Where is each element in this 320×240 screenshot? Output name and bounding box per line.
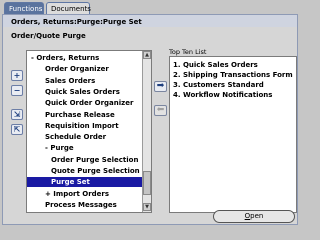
add-to-list-arrow-icon[interactable]: ➡	[154, 81, 167, 92]
collapse-all-button[interactable]: ⇱	[11, 124, 23, 135]
section-title: Order/Quote Purge	[11, 32, 86, 40]
scroll-down-icon[interactable]: ▼	[143, 203, 151, 211]
top-ten-list[interactable]: 1. Quick Sales Orders 2. Shipping Transa…	[169, 56, 297, 213]
function-tree[interactable]: - Orders, Returns Order Organizer Sales Or…	[26, 50, 152, 213]
tree-item-selected[interactable]: Purge Set	[27, 177, 143, 188]
tree-item[interactable]: Purchase Release	[27, 110, 115, 120]
tree-item[interactable]: Schedule Order	[27, 132, 106, 142]
tree-item[interactable]: + Import Orders	[27, 189, 109, 199]
tree-item[interactable]: - Purge	[27, 143, 74, 153]
tree-item[interactable]: Quote Purge Selection	[27, 166, 140, 176]
tree-item[interactable]: Process Messages	[27, 200, 117, 210]
list-item[interactable]: 3. Customers Standard	[173, 80, 264, 90]
tree-scrollbar[interactable]: ▲ ▼	[142, 51, 151, 212]
tree-item[interactable]: Quick Sales Orders	[27, 87, 120, 97]
scroll-up-icon[interactable]: ▲	[143, 51, 151, 59]
list-item[interactable]: 1. Quick Sales Orders	[173, 60, 258, 70]
tree-item[interactable]: Requisition Import	[27, 121, 119, 131]
scroll-thumb[interactable]	[143, 171, 151, 195]
page-title: Orders, Returns:Purge:Purge Set	[11, 18, 142, 26]
tree-item[interactable]: Quick Order Organizer	[27, 98, 133, 108]
tree-item[interactable]: Order Organizer	[27, 64, 109, 74]
tree-item[interactable]: Sales Orders	[27, 76, 95, 86]
tree-item[interactable]: - Orders, Returns	[27, 53, 99, 63]
tree-item[interactable]: Order Purge Selection	[27, 155, 138, 165]
list-item[interactable]: 2. Shipping Transactions Form	[173, 70, 293, 80]
collapse-button[interactable]: −	[11, 85, 23, 96]
expand-button[interactable]: +	[11, 70, 23, 81]
remove-from-list-arrow-icon[interactable]: ⬅	[154, 105, 167, 116]
expand-all-button[interactable]: ⇲	[11, 109, 23, 120]
top-ten-label: Top Ten List	[169, 48, 207, 56]
open-button[interactable]: Open	[213, 210, 295, 223]
list-item[interactable]: 4. Workflow Notifications	[173, 90, 272, 100]
navigator-panel: Orders, Returns:Purge:Purge Set Order/Qu…	[2, 14, 298, 225]
